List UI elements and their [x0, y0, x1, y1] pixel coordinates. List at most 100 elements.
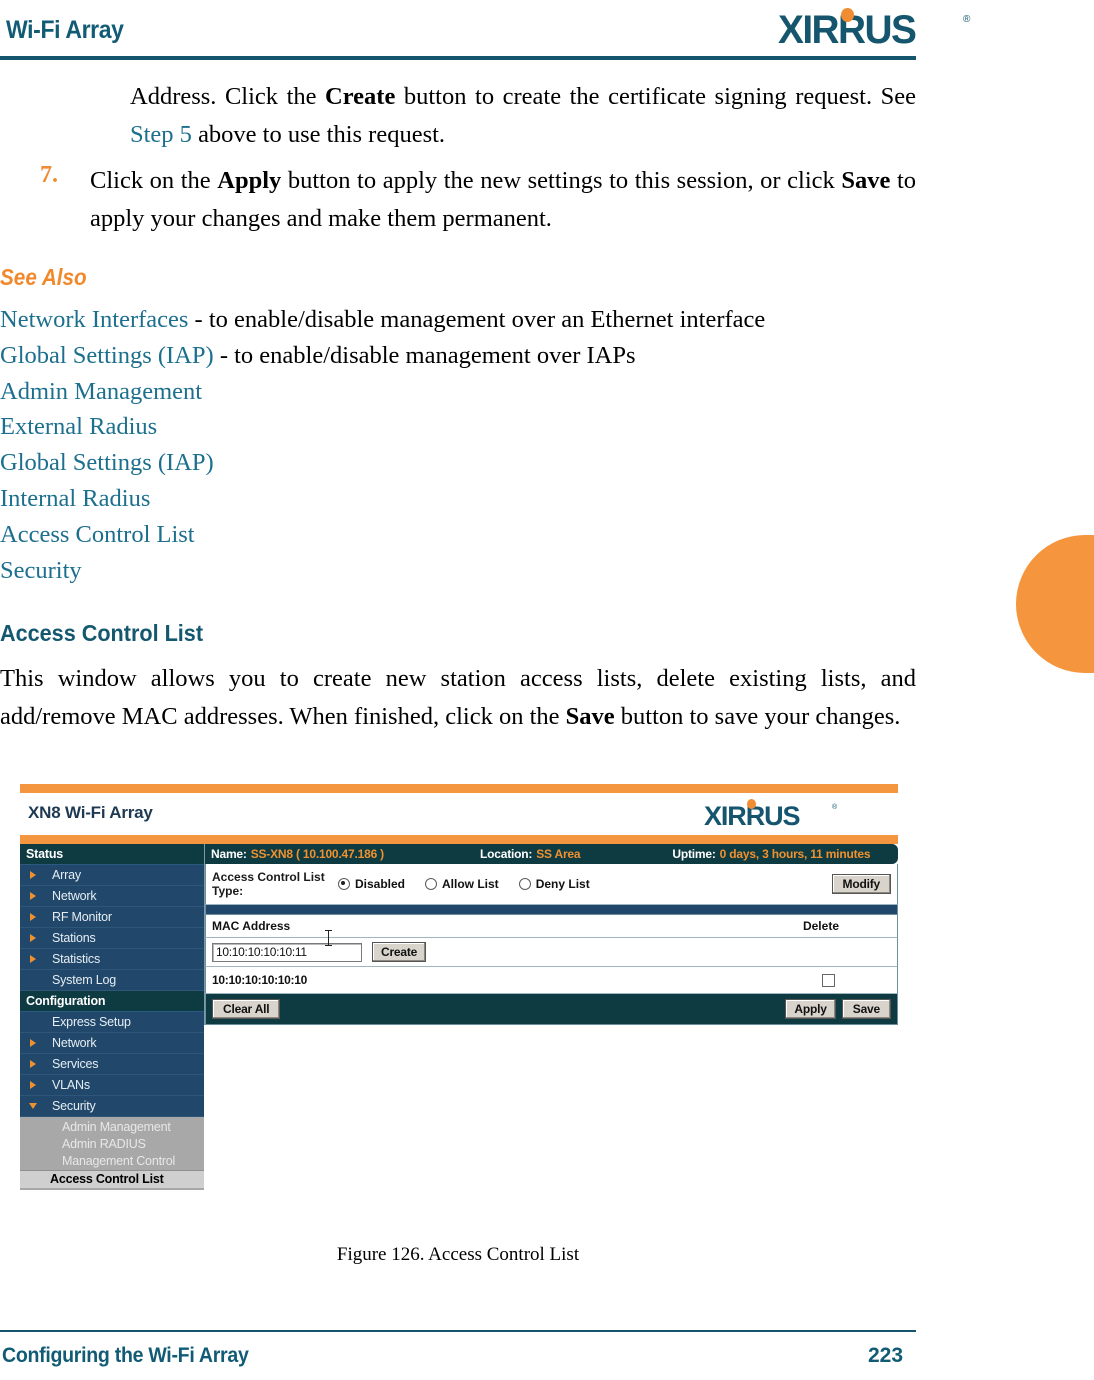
intro-text-after: button to create the certificate signing…	[395, 83, 916, 110]
step-text-part2: button to apply the new settings to this…	[281, 167, 842, 194]
footer-divider	[0, 1330, 916, 1332]
see-also-link[interactable]: Global Settings (IAP)	[0, 449, 214, 476]
intro-text-tail: above to use this request.	[191, 121, 446, 148]
app-bottom-orange-bar	[20, 835, 898, 844]
see-also-link[interactable]: Access Control List	[0, 521, 195, 548]
column-header-mac-address: MAC Address	[212, 919, 291, 933]
sidebar-subitem-management-control[interactable]: Management Control	[20, 1153, 204, 1170]
mac-table-header-row: MAC Address Delete	[205, 914, 898, 938]
figure-access-control-list: XN8 Wi-Fi Array XIRRUS ® Status Array Ne…	[20, 784, 920, 1190]
table-row: 10:10:10:10:10:10	[205, 967, 898, 994]
see-also-item: External Radius	[0, 409, 916, 445]
radio-button-icon[interactable]	[425, 878, 438, 890]
sidebar-item-array[interactable]: Array	[20, 865, 204, 886]
see-also-link[interactable]: External Radius	[0, 413, 157, 440]
footer-page-number: 223	[868, 1344, 904, 1367]
sidebar-item-label: Statistics	[52, 952, 101, 966]
radio-label: Allow List	[442, 877, 499, 891]
mac-input-row: Create	[205, 930, 898, 967]
page-header-title: Wi-Fi Array	[6, 16, 124, 44]
sidebar-item-label: System Log	[52, 973, 117, 987]
acl-type-label: Access Control List Type:	[212, 870, 332, 898]
sidebar-section-status: Status	[20, 844, 204, 865]
registered-trademark-icon: ®	[963, 14, 971, 25]
section-body-part2: button to save your changes.	[614, 703, 901, 730]
sidebar-item-system-log[interactable]: System Log	[20, 970, 204, 991]
chevron-right-icon	[30, 913, 36, 921]
modify-button[interactable]: Modify	[831, 874, 891, 894]
array-name-label: Name:	[211, 847, 247, 861]
see-also-item: Access Control List	[0, 517, 916, 553]
mac-address-value: 10:10:10:10:10:10	[212, 973, 307, 987]
see-also-item: Network Interfaces - to enable/disable m…	[0, 302, 916, 338]
clear-all-button[interactable]: Clear All	[212, 999, 281, 1019]
create-button[interactable]: Create	[372, 942, 427, 962]
header-divider	[0, 56, 916, 60]
see-also-item: Global Settings (IAP)	[0, 445, 916, 481]
see-also-link[interactable]: Network Interfaces	[0, 306, 188, 333]
see-also-link[interactable]: Security	[0, 557, 82, 584]
sidebar-item-stations[interactable]: Stations	[20, 928, 204, 949]
sidebar-item-network-status[interactable]: Network	[20, 886, 204, 907]
sidebar-section-configuration: Configuration	[20, 991, 204, 1012]
mac-address-input[interactable]	[212, 942, 362, 962]
see-also-item: Internal Radius	[0, 481, 916, 517]
app-title-bar: XN8 Wi-Fi Array XIRRUS ®	[20, 793, 898, 835]
section-heading-access-control-list: Access Control List	[0, 620, 204, 646]
sidebar-subitem-admin-management[interactable]: Admin Management	[20, 1119, 204, 1136]
sidebar-item-rf-monitor[interactable]: RF Monitor	[20, 907, 204, 928]
see-also-desc: - to enable/disable management over an E…	[188, 306, 766, 333]
radio-button-icon[interactable]	[518, 878, 531, 890]
see-also-link[interactable]: Global Settings (IAP)	[0, 342, 214, 369]
sidebar-item-label: Stations	[52, 931, 96, 945]
see-also-list: Network Interfaces - to enable/disable m…	[0, 302, 916, 588]
action-button-bar: Clear All Apply Save	[205, 994, 898, 1025]
chevron-right-icon	[30, 1081, 36, 1089]
sidebar-item-statistics[interactable]: Statistics	[20, 949, 204, 970]
app-window-screenshot: XN8 Wi-Fi Array XIRRUS ® Status Array Ne…	[20, 784, 898, 1190]
create-bold-term: Create	[325, 83, 396, 110]
radio-option-allow-list[interactable]: Allow List	[425, 877, 499, 891]
see-also-link[interactable]: Internal Radius	[0, 485, 150, 512]
step5-link[interactable]: Step 5	[130, 121, 192, 148]
numbered-step-7: 7. Click on the Apply button to apply th…	[40, 162, 916, 238]
sidebar-item-services[interactable]: Services	[20, 1054, 204, 1075]
sidebar-item-label: Network	[52, 889, 97, 903]
sidebar-item-label: Services	[52, 1057, 99, 1071]
apply-button[interactable]: Apply	[785, 999, 836, 1019]
radio-option-disabled[interactable]: Disabled	[338, 877, 405, 891]
see-also-link[interactable]: Admin Management	[0, 378, 202, 405]
acl-type-label-line2: Type:	[212, 884, 244, 898]
chevron-right-icon	[30, 871, 36, 879]
sidebar-subitem-admin-radius[interactable]: Admin RADIUS	[20, 1136, 204, 1153]
sidebar-subitem-access-control-list[interactable]: Access Control List	[20, 1170, 204, 1188]
save-button[interactable]: Save	[841, 999, 891, 1019]
array-name-group: Name: SS-XN8 ( 10.100.47.186 )	[211, 847, 384, 861]
sidebar-item-vlans[interactable]: VLANs	[20, 1075, 204, 1096]
acl-type-row: Access Control List Type: Disabled Allow…	[205, 864, 898, 905]
sidebar-item-label: Express Setup	[52, 1015, 131, 1029]
see-also-heading: See Also	[0, 264, 87, 290]
delete-checkbox[interactable]	[822, 973, 835, 987]
radio-option-deny-list[interactable]: Deny List	[518, 877, 590, 891]
radio-button-icon[interactable]	[338, 878, 350, 890]
xirrus-logo: XIRRUS ®	[778, 6, 1008, 52]
radio-label: Deny List	[535, 877, 590, 891]
footer-chapter-title: Configuring the Wi-Fi Array	[2, 1344, 249, 1367]
app-body: Status Array Network RF Monitor Stations…	[20, 844, 898, 1190]
chevron-right-icon	[30, 1039, 36, 1047]
chevron-right-icon	[30, 1060, 36, 1068]
panel-divider	[205, 905, 898, 914]
sidebar-item-network-config[interactable]: Network	[20, 1033, 204, 1054]
xirrus-logo-dot-icon	[841, 8, 854, 22]
see-also-item: Security	[0, 553, 916, 589]
sidebar-item-express-setup[interactable]: Express Setup	[20, 1012, 204, 1033]
step-text-part1: Click on the	[90, 167, 218, 194]
sidebar-item-security[interactable]: Security	[20, 1096, 204, 1117]
app-xirrus-logo-dot-icon	[747, 799, 756, 809]
intro-text-before: Address. Click the	[130, 83, 326, 110]
figure-caption: Figure 126. Access Control List	[336, 1244, 580, 1265]
array-location-value: SS Area	[536, 847, 581, 861]
save-bold-term: Save	[841, 167, 891, 194]
chevron-right-icon	[30, 955, 36, 963]
